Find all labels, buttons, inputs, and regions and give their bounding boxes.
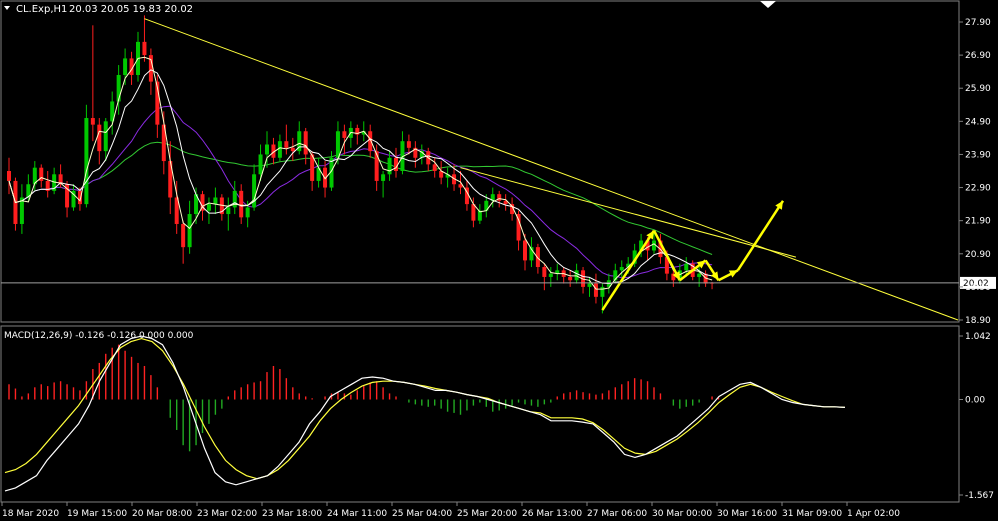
price-tick-label: 18.90	[965, 316, 991, 326]
time-tick-label: 25 Mar 04:00	[392, 509, 452, 519]
candle-body	[84, 118, 89, 205]
time-tick-label: 1 Apr 02:00	[847, 509, 900, 519]
candle-body	[181, 223, 186, 248]
time-tick-label: 30 Mar 16:00	[717, 509, 777, 519]
candle-body	[103, 121, 108, 152]
candle-body	[284, 141, 289, 148]
candle-body	[258, 154, 263, 175]
time-tick-label: 23 Mar 02:00	[197, 509, 257, 519]
candle-body	[116, 74, 121, 102]
candle-body	[277, 141, 282, 158]
price-tick-label: 26.90	[965, 51, 991, 61]
candle-body	[97, 124, 102, 152]
candle-body	[90, 118, 95, 125]
header-ohlc: 20.03 20.05 19.83 20.02	[69, 4, 193, 15]
price-tick-label: 24.90	[965, 117, 991, 127]
candle-body	[206, 204, 211, 211]
price-tick-label: 27.90	[965, 18, 991, 28]
candle-body	[303, 131, 308, 155]
candle-body	[381, 174, 386, 181]
header-symbol: CL.Exp,H1	[16, 4, 67, 15]
candle-body	[432, 164, 437, 171]
candle-body	[523, 240, 527, 261]
candle-body	[342, 131, 347, 138]
macd-tick-label: -1.567	[965, 491, 994, 501]
candle-body	[142, 41, 147, 56]
candle-body	[619, 267, 624, 271]
time-tick-label: 31 Mar 09:00	[782, 509, 842, 519]
macd-label: MACD(12,26,9) -0.126 -0.126 0.000 0.000	[4, 331, 194, 341]
candle-body	[574, 270, 579, 281]
price-tick-label: 19.90	[965, 283, 991, 293]
price-tick-label: 20.90	[965, 250, 991, 260]
candle-body	[684, 263, 689, 271]
candle-body	[187, 214, 192, 248]
time-tick-label: 18 Mar 2020	[2, 509, 59, 519]
macd-tick-label: 0.00	[965, 396, 985, 406]
candle-body	[265, 144, 269, 155]
time-tick-label: 19 Mar 15:00	[67, 509, 127, 519]
candle-body	[471, 204, 476, 221]
time-tick-label: 27 Mar 06:00	[587, 509, 647, 519]
candle-body	[213, 197, 218, 205]
candle-body	[239, 190, 244, 218]
time-tick-label: 30 Mar 00:00	[652, 509, 712, 519]
time-tick-label: 25 Mar 20:00	[457, 509, 517, 519]
candle-body	[226, 207, 231, 215]
candle-body	[548, 273, 553, 277]
candle-body	[123, 58, 128, 75]
candle-body	[387, 157, 392, 175]
candle-body	[7, 171, 11, 181]
candle-body	[516, 214, 521, 241]
candle-body	[406, 141, 411, 148]
price-tick-label: 21.90	[965, 217, 991, 227]
chart-canvas: CL.Exp,H1 20.03 20.05 19.83 20.02 20.02 …	[0, 0, 998, 521]
time-tick-label: 24 Mar 11:00	[327, 509, 387, 519]
candle-body	[697, 273, 702, 277]
candle-body	[335, 131, 340, 158]
candle-body	[374, 151, 379, 181]
price-tick-label: 23.90	[965, 150, 991, 160]
time-tick-label: 23 Mar 18:00	[262, 509, 322, 519]
time-tick-label: 26 Mar 13:00	[522, 509, 582, 519]
candle-body	[568, 276, 573, 281]
candle-body	[245, 207, 250, 218]
price-tick-label: 25.90	[965, 84, 991, 94]
time-tick-label: 20 Mar 08:00	[132, 509, 192, 519]
candle-body	[290, 147, 295, 152]
macd-tick-label: 1.042	[965, 332, 991, 342]
candle-body	[593, 283, 598, 297]
price-tick-label: 22.90	[965, 184, 991, 194]
candle-body	[542, 267, 547, 277]
candle-body	[587, 283, 592, 287]
